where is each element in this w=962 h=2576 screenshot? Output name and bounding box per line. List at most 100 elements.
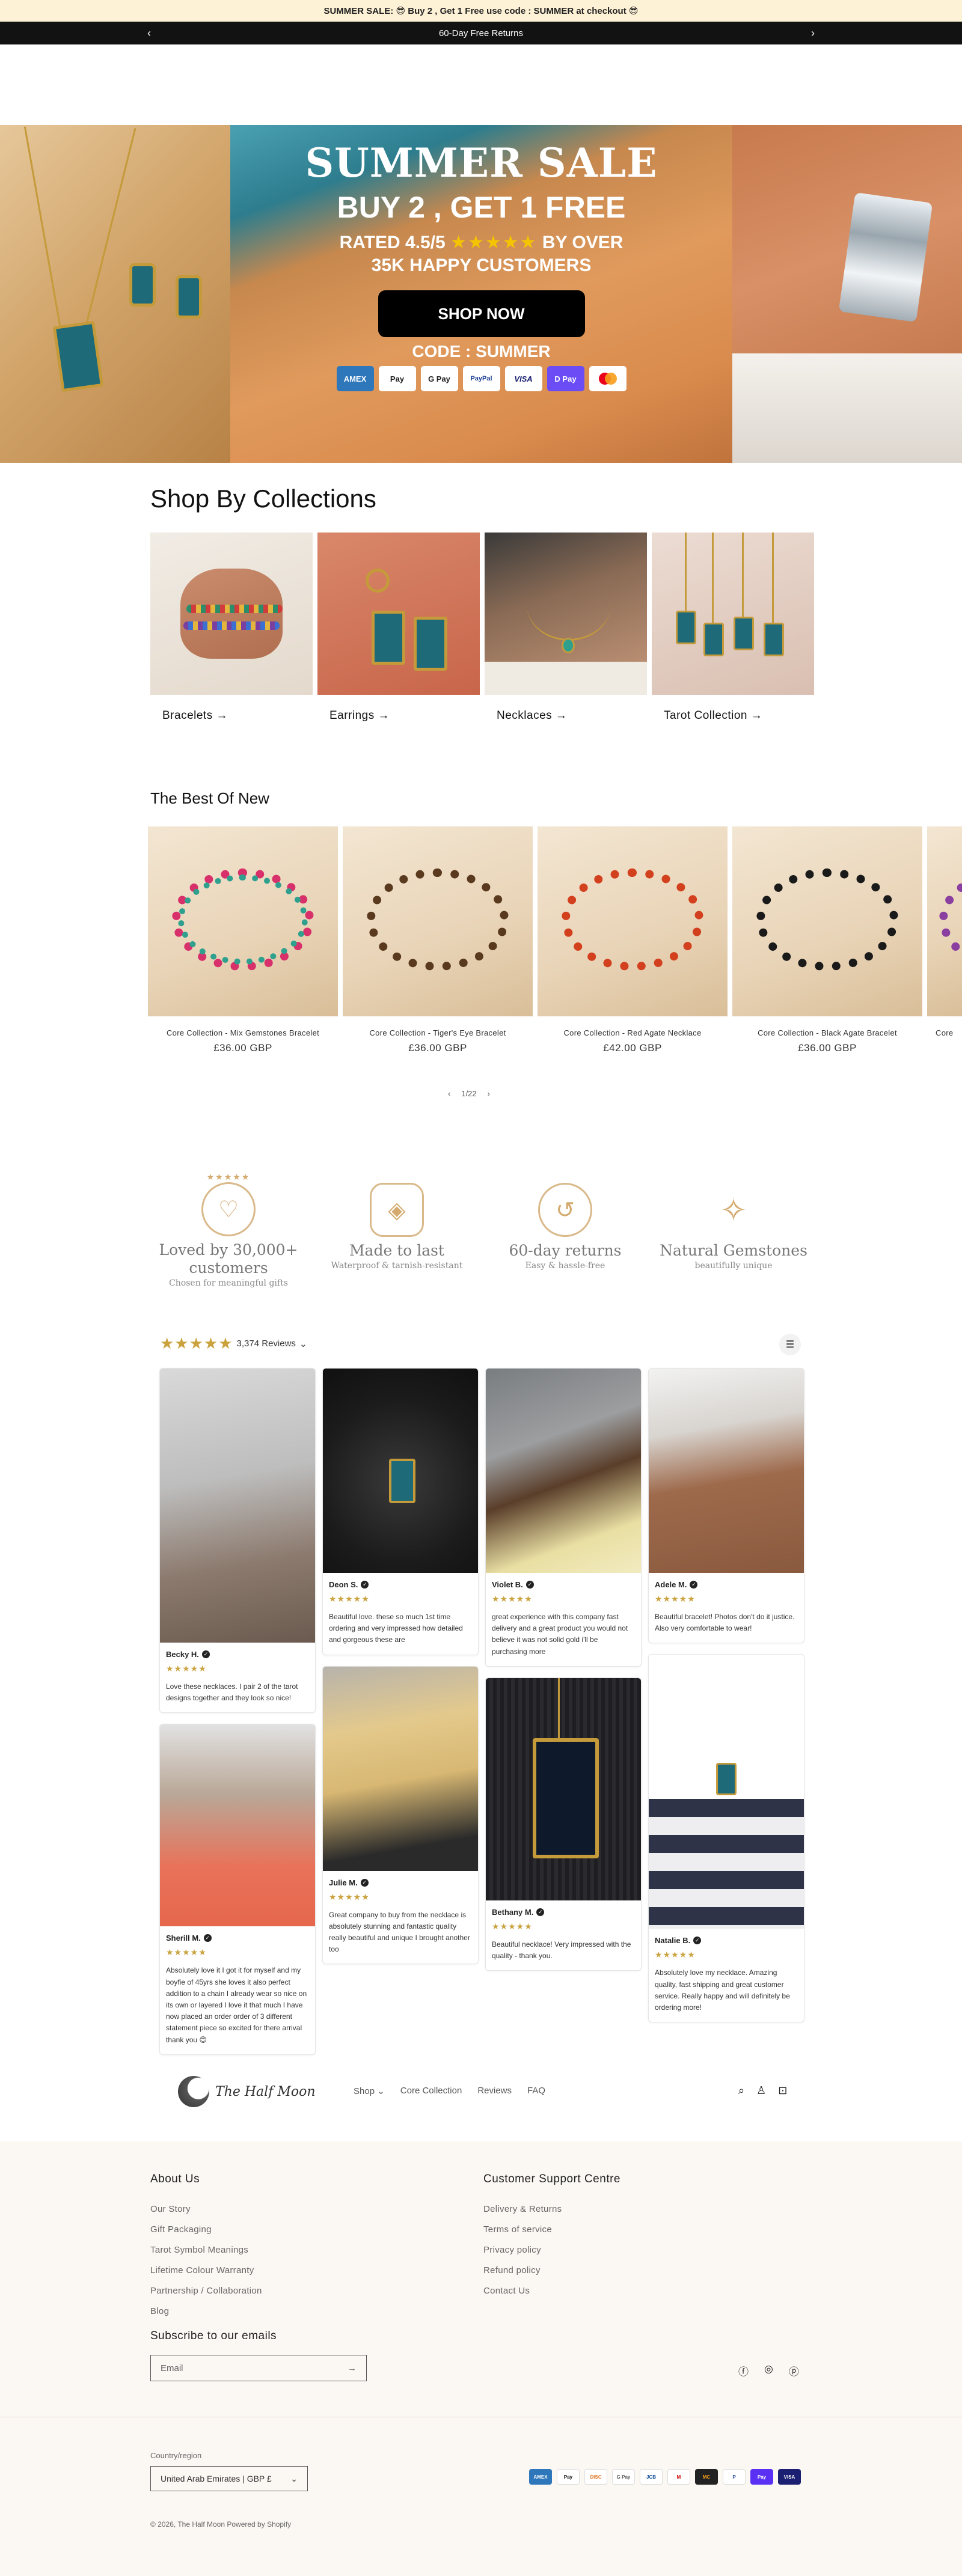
product-card[interactable]: Core Collection - Black Agate Bracelet £… (732, 826, 922, 1054)
footer-link[interactable]: Terms of service (483, 2224, 620, 2235)
nav-item-shop[interactable]: Shop ⌄ (354, 2086, 385, 2096)
collection-card-earrings[interactable]: Earrings → (317, 533, 480, 722)
product-name[interactable]: Core Collection - Tiger's Eye Bracelet (343, 1028, 533, 1037)
collection-label[interactable]: Earrings → (317, 709, 480, 722)
footer-link[interactable]: Lifetime Colour Warranty (150, 2265, 262, 2275)
nav-item-reviews[interactable]: Reviews (477, 2086, 512, 2096)
collection-card-tarot[interactable]: Tarot Collection → (652, 533, 814, 722)
product-image[interactable] (343, 826, 533, 1016)
collection-label[interactable]: Necklaces → (485, 709, 647, 722)
review-card[interactable]: Becky H. ✓ ★★★★★ Love these necklaces. I … (159, 1368, 316, 1714)
product-name[interactable]: Core (927, 1028, 962, 1037)
review-photo[interactable] (160, 1724, 315, 1927)
collection-image[interactable] (485, 533, 647, 695)
search-icon[interactable]: ⌕ (738, 2084, 744, 2097)
footer-payment-icons: AMEX Pay DISC G Pay JCB M MC P Pay VISA (529, 2469, 801, 2485)
instagram-icon[interactable]: ◎ (764, 2363, 773, 2378)
product-image[interactable] (927, 826, 962, 1016)
review-card[interactable]: Bethany M. ✓ ★★★★★ Beautiful necklace! Ve… (485, 1677, 642, 1971)
cart-icon[interactable]: ⊡ (778, 2084, 787, 2097)
review-photo[interactable] (323, 1369, 478, 1573)
review-photo[interactable] (649, 1369, 804, 1573)
chevron-left-icon[interactable]: ‹ (448, 1089, 450, 1098)
product-carousel[interactable]: Core Collection - Mix Gemstones Bracelet… (148, 826, 962, 1054)
notice-bar: ‹ 60-Day Free Returns › (0, 22, 962, 44)
footer-link[interactable]: Delivery & Returns (483, 2204, 620, 2214)
review-photo[interactable] (323, 1666, 478, 1871)
verified-icon: ✓ (361, 1581, 369, 1589)
email-field[interactable]: Email → (150, 2355, 367, 2381)
product-image[interactable] (538, 826, 728, 1016)
filter-icon[interactable]: ☰ (779, 1334, 801, 1355)
review-count[interactable]: 3,374 Reviews (237, 1338, 296, 1349)
review-card[interactable]: Adele M. ✓ ★★★★★ Beautiful bracelet! Phot… (648, 1368, 804, 1644)
chevron-right-icon[interactable]: › (811, 27, 815, 40)
footer-link[interactable]: Refund policy (483, 2265, 620, 2275)
product-name[interactable]: Core Collection - Red Agate Necklace (538, 1028, 728, 1037)
collection-image[interactable] (652, 533, 814, 695)
account-icon[interactable]: ♙ (756, 2084, 766, 2097)
footer-link[interactable]: Gift Packaging (150, 2224, 262, 2235)
review-photo[interactable] (160, 1369, 315, 1643)
collection-card-necklaces[interactable]: Necklaces → (485, 533, 647, 722)
collection-image[interactable] (317, 533, 480, 695)
review-card[interactable]: Deon S. ✓ ★★★★★ Beautiful love. these so … (322, 1368, 479, 1655)
pager-count: 1/22 (461, 1089, 477, 1098)
pinterest-icon[interactable]: ⓟ (789, 2363, 799, 2378)
review-photo[interactable] (486, 1369, 641, 1573)
nav-item-core-collection[interactable]: Core Collection (400, 2086, 462, 2096)
star-icons: ★★★★★ (166, 1664, 207, 1673)
reviewer: Adele M. ✓ (655, 1580, 798, 1589)
arrow-right-icon[interactable]: → (348, 2363, 357, 2373)
product-price: £36.00 GBP (408, 1042, 467, 1054)
amex-icon: AMEX (529, 2469, 552, 2485)
feature-title: Made to last (349, 1242, 445, 1259)
collection-label[interactable]: Bracelets → (150, 709, 313, 722)
review-card[interactable]: Julie M. ✓ ★★★★★ Great company to buy fro… (322, 1665, 479, 1965)
collection-image[interactable] (150, 533, 313, 695)
shop-pay-icon: Pay (750, 2469, 773, 2485)
country-select[interactable]: United Arab Emirates | GBP £ ⌄ (150, 2466, 308, 2491)
review-card[interactable]: Violet B. ✓ ★★★★★ great experience with t… (485, 1368, 642, 1667)
footer-link[interactable]: Partnership / Collaboration (150, 2286, 262, 2296)
nav-item-faq[interactable]: FAQ (527, 2086, 545, 2096)
review-photo[interactable] (486, 1677, 641, 1900)
site-logo[interactable]: The Half Moon (178, 2076, 316, 2107)
hero-promo: SUMMER SALE BUY 2 , GET 1 FREE RATED 4.5… (230, 125, 732, 463)
collection-card-bracelets[interactable]: Bracelets → (150, 533, 313, 722)
chevron-left-icon[interactable]: ‹ (147, 27, 151, 40)
collection-label[interactable]: Tarot Collection → (652, 709, 814, 722)
reviewer-name: Julie M. (329, 1878, 358, 1887)
review-card[interactable]: Sherill M. ✓ ★★★★★ Absolutely love it I g… (159, 1724, 316, 2055)
reviews-summary[interactable]: ★★★★★ 3,374 Reviews ⌄ (160, 1334, 307, 1353)
product-name[interactable]: Core Collection - Mix Gemstones Bracelet (148, 1028, 338, 1037)
footer-link[interactable]: Contact Us (483, 2286, 620, 2296)
footer-link[interactable]: Blog (150, 2306, 262, 2316)
star-icons: ★★★★★ (329, 1891, 370, 1902)
footer-link[interactable]: Our Story (150, 2204, 262, 2214)
reviewer: Sherill M. ✓ (166, 1934, 309, 1943)
feature-subtitle: Waterproof & tarnish-resistant (331, 1261, 463, 1271)
shop-now-button[interactable]: SHOP NOW (378, 290, 585, 337)
product-name[interactable]: Core Collection - Black Agate Bracelet (732, 1028, 922, 1037)
reviewer: Julie M. ✓ (329, 1878, 472, 1887)
footer-link[interactable]: Privacy policy (483, 2245, 620, 2255)
feature-item: ◈ Made to last Waterproof & tarnish-resi… (319, 1172, 475, 1288)
hero-banner[interactable]: SUMMER SALE BUY 2 , GET 1 FREE RATED 4.5… (0, 125, 962, 463)
country-label: Country/region (150, 2451, 202, 2460)
product-card-partial[interactable]: Core (927, 826, 962, 1054)
review-card[interactable]: Natalie B. ✓ ★★★★★ Absolutely love my nec… (648, 1654, 804, 2023)
country-value: United Arab Emirates | GBP £ (161, 2474, 272, 2483)
product-image[interactable] (732, 826, 922, 1016)
chevron-down-icon[interactable]: ⌄ (299, 1338, 307, 1349)
product-image[interactable] (148, 826, 338, 1016)
facebook-icon[interactable]: ⓕ (738, 2363, 749, 2378)
product-card[interactable]: Core Collection - Red Agate Necklace £42… (538, 826, 728, 1054)
chevron-right-icon[interactable]: › (488, 1089, 490, 1098)
discover-icon: DISC (584, 2469, 607, 2485)
star-icons: ★★★★★ (655, 1950, 696, 1960)
review-photo[interactable] (649, 1655, 804, 1929)
product-card[interactable]: Core Collection - Mix Gemstones Bracelet… (148, 826, 338, 1054)
footer-link[interactable]: Tarot Symbol Meanings (150, 2245, 262, 2255)
product-card[interactable]: Core Collection - Tiger's Eye Bracelet £… (343, 826, 533, 1054)
